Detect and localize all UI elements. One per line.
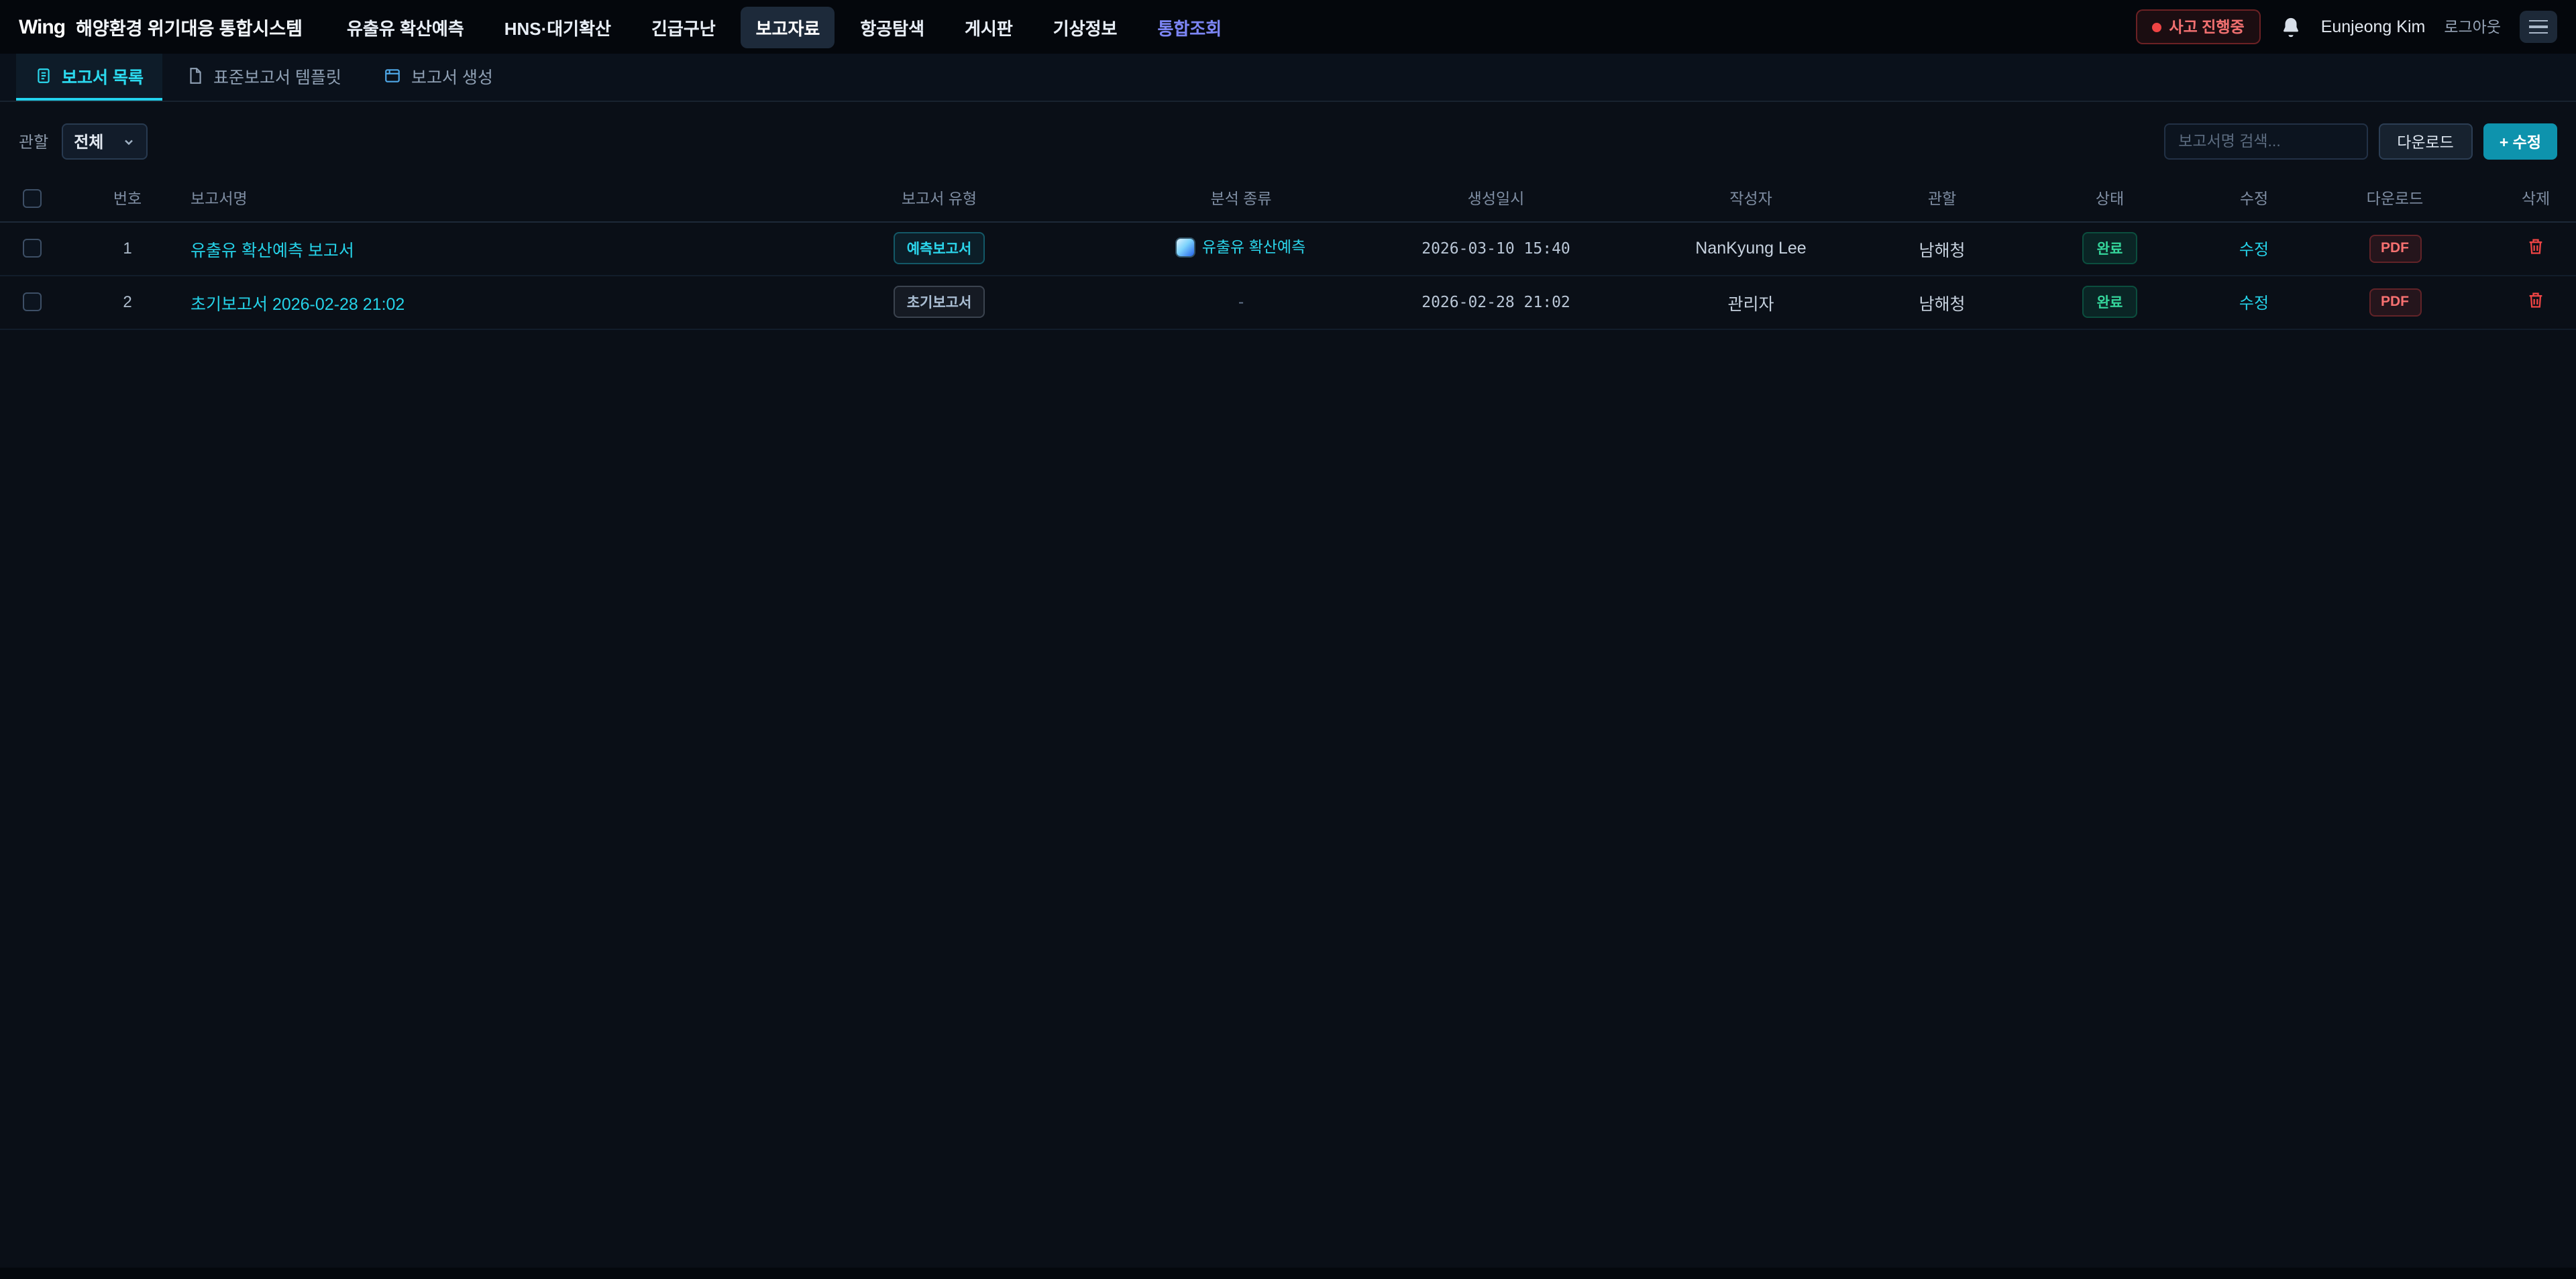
nav-item-hns-air-diffusion[interactable]: HNS·대기확산 <box>490 6 626 48</box>
col-header-status: 상태 <box>2006 176 2214 221</box>
pdf-download-button[interactable]: PDF <box>2369 234 2421 262</box>
report-type-badge: 예측보고서 <box>894 232 985 264</box>
table-row: 2 초기보고서 2026-02-28 21:02 초기보고서 - 2026-02… <box>0 275 2576 329</box>
nav-item-aerial-search[interactable]: 항공탐색 <box>845 6 939 48</box>
footer-bar <box>0 1267 2576 1279</box>
create-edit-button[interactable]: + 수정 <box>2483 123 2557 160</box>
col-header-no: 번호 <box>64 176 191 221</box>
user-name: Eunjeong Kim <box>2321 17 2426 36</box>
app-logo[interactable]: Wing 해양환경 위기대응 통합시스템 <box>19 13 303 40</box>
nav-item-board[interactable]: 게시판 <box>950 6 1028 48</box>
report-tabbar: 보고서 목록 표준보고서 템플릿 보고서 생성 <box>0 54 2576 102</box>
app-title: 해양환경 위기대응 통합시스템 <box>76 13 303 40</box>
row-number: 2 <box>64 275 191 329</box>
template-file-icon <box>186 67 204 85</box>
topbar-right: 사고 진행중 Eunjeong Kim 로그아웃 <box>2135 9 2557 44</box>
col-header-analysis: 분석 종류 <box>1114 176 1368 221</box>
report-search-input[interactable] <box>2163 123 2367 160</box>
report-type-badge: 초기보고서 <box>894 286 985 318</box>
toolbar-right: 다운로드 + 수정 <box>2163 123 2557 160</box>
jurisdiction: 남해청 <box>1878 275 2006 329</box>
col-header-author: 작성자 <box>1623 176 1878 221</box>
nav-item-emergency-rescue[interactable]: 긴급구난 <box>637 6 731 48</box>
col-header-jurisdiction: 관할 <box>1878 176 2006 221</box>
jurisdiction-filter-label: 관할 <box>19 130 48 153</box>
col-header-download: 다운로드 <box>2294 176 2496 221</box>
status-badge: 완료 <box>2082 286 2138 318</box>
edit-link[interactable]: 수정 <box>2239 239 2269 258</box>
row-number: 1 <box>64 221 191 275</box>
report-create-icon <box>384 67 402 85</box>
nav-item-weather-info[interactable]: 기상정보 <box>1038 6 1132 48</box>
col-header-created: 생성일시 <box>1368 176 1623 221</box>
col-header-name: 보고서명 <box>191 176 765 221</box>
analysis-type-label: 유출유 확산예측 <box>1202 237 1306 258</box>
tab-standard-report-template[interactable]: 표준보고서 템플릿 <box>168 54 360 101</box>
col-header-type: 보고서 유형 <box>765 176 1114 221</box>
edit-link[interactable]: 수정 <box>2239 293 2269 312</box>
status-badge: 완료 <box>2082 232 2138 264</box>
report-name-link[interactable]: 초기보고서 2026-02-28 21:02 <box>191 294 405 313</box>
tab-report-create[interactable]: 보고서 생성 <box>366 54 512 101</box>
download-button[interactable]: 다운로드 <box>2378 123 2473 160</box>
filter-toolbar: 관할 전체 다운로드 + 수정 <box>0 102 2576 176</box>
delete-trash-icon[interactable] <box>2526 236 2545 256</box>
nav-item-reports[interactable]: 보고자료 <box>741 6 835 48</box>
row-checkbox[interactable] <box>23 293 42 312</box>
incident-dot-icon <box>2151 22 2161 32</box>
nav-item-integrated-search[interactable]: 통합조회 <box>1142 6 1236 48</box>
col-header-delete: 삭제 <box>2496 176 2576 221</box>
author: 관리자 <box>1623 275 1878 329</box>
row-checkbox[interactable] <box>23 239 42 258</box>
analysis-type: 유출유 확산예측 <box>1177 237 1306 258</box>
incident-status-label: 사고 진행중 <box>2169 16 2244 38</box>
select-all-checkbox[interactable] <box>23 189 42 208</box>
report-table: 번호 보고서명 보고서 유형 분석 종류 생성일시 작성자 관할 상태 수정 다… <box>0 176 2576 329</box>
analysis-type-empty: - <box>1238 292 1244 311</box>
jurisdiction-select[interactable]: 전체 <box>62 123 148 160</box>
spill-analysis-icon <box>1177 239 1194 256</box>
jurisdiction: 남해청 <box>1878 221 2006 275</box>
tab-report-list[interactable]: 보고서 목록 <box>16 54 162 101</box>
created-datetime: 2026-03-10 15:40 <box>1368 221 1623 275</box>
jurisdiction-select-value: 전체 <box>74 130 103 153</box>
chevron-down-icon <box>122 135 136 148</box>
table-row: 1 유출유 확산예측 보고서 예측보고서 유출유 확산예측 2026-03-10… <box>0 221 2576 275</box>
nav-item-oil-spill-prediction[interactable]: 유출유 확산예측 <box>332 6 479 48</box>
col-header-edit: 수정 <box>2214 176 2294 221</box>
top-navbar: Wing 해양환경 위기대응 통합시스템 유출유 확산예측 HNS·대기확산 긴… <box>0 0 2576 54</box>
table-header-row: 번호 보고서명 보고서 유형 분석 종류 생성일시 작성자 관할 상태 수정 다… <box>0 176 2576 221</box>
notification-bell-icon[interactable] <box>2279 15 2302 38</box>
report-name-link[interactable]: 유출유 확산예측 보고서 <box>191 241 354 260</box>
main-nav: 유출유 확산예측 HNS·대기확산 긴급구난 보고자료 항공탐색 게시판 기상정… <box>332 6 1236 48</box>
incident-status-badge: 사고 진행중 <box>2135 9 2260 44</box>
delete-trash-icon[interactable] <box>2526 290 2545 310</box>
report-list-icon <box>35 67 52 85</box>
logo-text: Wing <box>19 15 65 38</box>
author: NanKyung Lee <box>1623 221 1878 275</box>
pdf-download-button[interactable]: PDF <box>2369 288 2421 316</box>
created-datetime: 2026-02-28 21:02 <box>1368 275 1623 329</box>
app-window: Wing 해양환경 위기대응 통합시스템 유출유 확산예측 HNS·대기확산 긴… <box>0 0 2576 1279</box>
menu-hamburger-icon[interactable] <box>2520 11 2557 43</box>
logout-button[interactable]: 로그아웃 <box>2444 16 2501 38</box>
